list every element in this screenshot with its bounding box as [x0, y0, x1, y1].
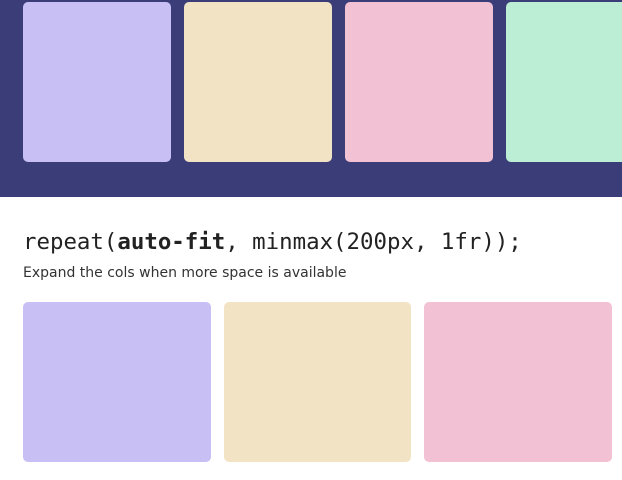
grid-tile-purple: [23, 302, 211, 462]
grid-tile-pink: [345, 2, 493, 162]
grid-tile-yellow: [184, 2, 332, 162]
auto-fill-grid: [23, 2, 622, 162]
grid-tile-purple: [23, 2, 171, 162]
auto-fit-code-heading: repeat(auto-fit, minmax(200px, 1fr));: [23, 229, 522, 255]
grid-tile-pink: [424, 302, 613, 462]
auto-fit-grid: [23, 302, 613, 462]
grid-tile-green: [506, 2, 622, 162]
code-suffix: , minmax(200px, 1fr));: [225, 229, 522, 255]
grid-tile-yellow: [223, 302, 412, 462]
auto-fit-description: Expand the cols when more space is avail…: [23, 265, 347, 281]
code-keyword: auto-fit: [117, 229, 226, 255]
auto-fill-demo-band: [0, 0, 622, 197]
code-prefix: repeat(: [23, 229, 118, 255]
